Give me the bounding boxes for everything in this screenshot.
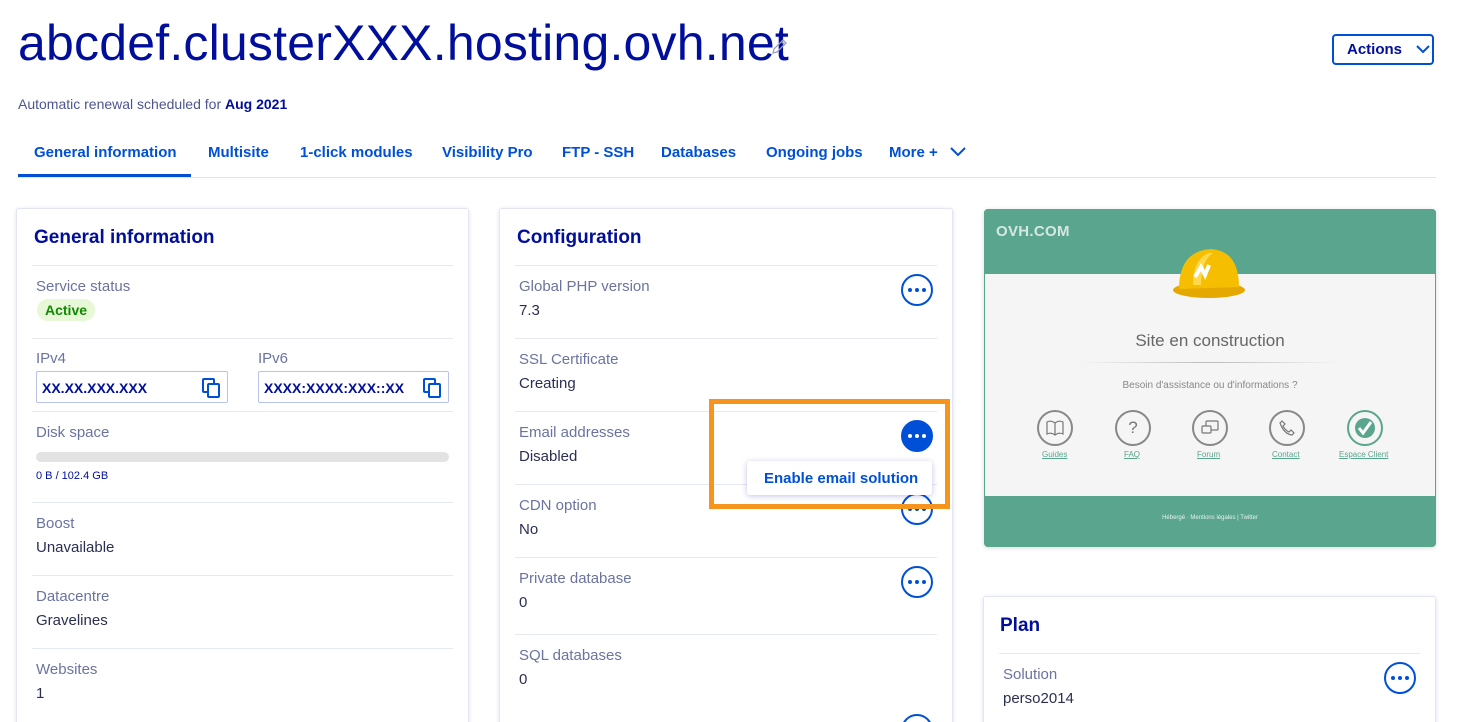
preview-heading: Site en construction: [1135, 331, 1285, 350]
sql-databases-label: SQL databases: [519, 647, 622, 664]
divider: [999, 653, 1420, 654]
email-addresses-value: Disabled: [519, 448, 578, 465]
private-database-value: 0: [519, 594, 528, 611]
chevron-down-icon: [1416, 45, 1430, 54]
ipv4-value: XX.XX.XXX.XXX: [42, 380, 148, 396]
divider: [1080, 362, 1340, 363]
divider: [32, 338, 453, 339]
divider: [515, 265, 937, 266]
tab-general-information[interactable]: General information: [34, 144, 177, 161]
tab-ongoing-jobs[interactable]: Ongoing jobs: [766, 144, 863, 161]
php-version-label: Global PHP version: [519, 278, 650, 295]
copy-icon[interactable]: [202, 378, 220, 398]
disk-space-label: Disk space: [36, 424, 110, 441]
divider: [32, 648, 453, 649]
preview-subheading: Besoin d'assistance ou d'informations ?: [1122, 380, 1298, 391]
tab-more[interactable]: More +: [889, 144, 966, 161]
status-badge: Active: [37, 299, 96, 321]
cdn-option-value: No: [519, 521, 539, 538]
websites-label: Websites: [36, 661, 98, 678]
page-title: abcdef.clusterXXX.hosting.ovh.net: [18, 15, 789, 71]
preview-link-forum: Forum: [1197, 450, 1221, 459]
ipv6-field[interactable]: XXXX:XXXX:XXX::XX: [258, 371, 449, 403]
ipv4-field[interactable]: XX.XX.XXX.XXX: [36, 371, 228, 403]
php-version-value: 7.3: [519, 302, 540, 319]
datacentre-label: Datacentre: [36, 588, 110, 605]
tab-1-click-modules[interactable]: 1-click modules: [300, 144, 413, 161]
divider: [515, 557, 937, 558]
private-database-options-button[interactable]: [901, 566, 933, 598]
phone-icon: [1269, 410, 1305, 446]
preview-link-contact: Contact: [1272, 450, 1300, 459]
divider: [515, 338, 937, 339]
chevron-down-icon: [950, 147, 966, 157]
divider: [515, 634, 937, 635]
actions-label: Actions: [1347, 41, 1403, 58]
ssl-certificate-label: SSL Certificate: [519, 351, 619, 368]
private-database-label: Private database: [519, 570, 632, 587]
disk-usage-bar: [36, 452, 449, 462]
email-options-menu: Enable email solution: [747, 461, 932, 495]
solution-value: perso2014: [1003, 690, 1074, 707]
preview-link-espace-client: Espace Client: [1339, 450, 1389, 459]
card-title: General information: [34, 227, 215, 248]
tab-databases[interactable]: Databases: [661, 144, 736, 161]
renewal-text: Automatic renewal scheduled for: [18, 96, 222, 112]
renewal-date: Aug 2021: [225, 96, 288, 112]
divider: [32, 265, 453, 266]
sql-databases-value: 0: [519, 671, 528, 688]
tab-more-label: More +: [889, 144, 938, 161]
book-icon: [1037, 410, 1073, 446]
forum-icon: [1192, 410, 1228, 446]
question-icon: ?: [1115, 410, 1151, 446]
ipv4-label: IPv4: [36, 350, 67, 367]
tab-ftp-ssh[interactable]: FTP - SSH: [562, 144, 634, 161]
email-addresses-label: Email addresses: [519, 424, 630, 441]
card-title: Plan: [1000, 615, 1041, 636]
preview-link-guides: Guides: [1042, 450, 1068, 459]
service-status-label: Service status: [36, 278, 131, 295]
website-preview: OVH.COM Site en construction Besoin d'as…: [984, 209, 1436, 547]
plan-options-button[interactable]: [1384, 662, 1416, 694]
preview-brand: OVH.COM: [996, 223, 1070, 240]
websites-value: 1: [36, 685, 45, 702]
actions-button[interactable]: Actions: [1332, 34, 1434, 65]
disk-usage-text: 0 B / 102.4 GB: [36, 470, 109, 482]
ipv6-label: IPv6: [258, 350, 289, 367]
email-options-button[interactable]: [901, 420, 933, 452]
ssl-certificate-value: Creating: [519, 375, 576, 392]
preview-link-faq: FAQ: [1124, 450, 1141, 459]
preview-body: Site en construction Besoin d'assistance…: [985, 274, 1435, 496]
php-options-button[interactable]: [901, 274, 933, 306]
cdn-option-label: CDN option: [519, 497, 597, 514]
ipv6-value: XXXX:XXXX:XXX::XX: [264, 380, 405, 396]
divider: [32, 502, 453, 503]
datacentre-value: Gravelines: [36, 612, 108, 629]
tab-visibility-pro[interactable]: Visibility Pro: [442, 144, 533, 161]
enable-email-solution-menu-item[interactable]: Enable email solution: [764, 470, 918, 487]
divider: [32, 411, 453, 412]
preview-footer: Hébergé · Mentions légales | Twitter: [1162, 515, 1258, 521]
active-tab-indicator: [18, 174, 191, 177]
tab-multisite[interactable]: Multisite: [208, 144, 269, 161]
renewal-info: Automatic renewal scheduled for Aug 2021: [18, 96, 287, 112]
boost-label: Boost: [36, 515, 75, 532]
construction-helmet-icon: [1173, 249, 1245, 298]
copy-icon[interactable]: [423, 378, 441, 398]
check-logo-icon: [1347, 410, 1383, 446]
card-title: Configuration: [517, 227, 642, 248]
boost-value: Unavailable: [36, 539, 115, 556]
pencil-edit-icon[interactable]: [770, 36, 790, 56]
divider: [32, 575, 453, 576]
tab-bar: General information Multisite 1-click mo…: [18, 134, 1436, 178]
solution-label: Solution: [1003, 666, 1058, 683]
